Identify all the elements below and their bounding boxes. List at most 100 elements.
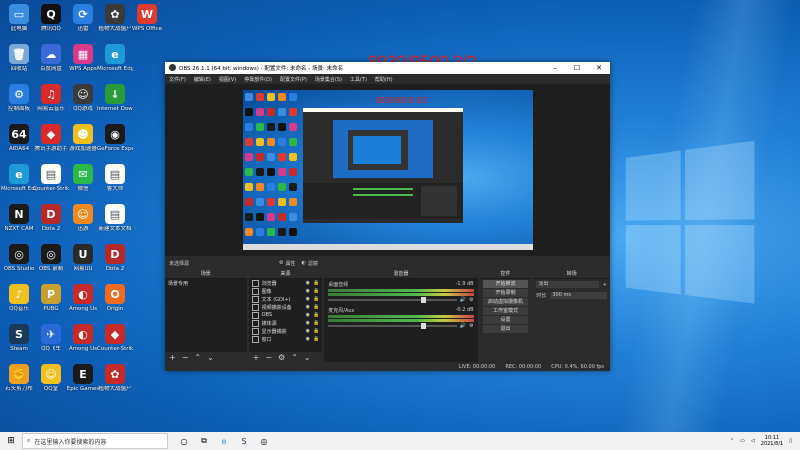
cortana-icon[interactable]: ○ bbox=[174, 437, 194, 446]
notification-icon[interactable]: ▯ bbox=[789, 438, 792, 444]
desktop-icon[interactable]: E Epic Games bbox=[65, 364, 101, 392]
desktop-icon[interactable]: ◐ Among Us bbox=[65, 284, 101, 312]
source-item[interactable]: 文本 (GDI+) ◉ 🔒 bbox=[249, 295, 323, 303]
down-icon[interactable]: ⌄ bbox=[207, 353, 214, 362]
remove-icon[interactable]: − bbox=[182, 353, 189, 362]
desktop-icon[interactable]: ☺ QQ堂 bbox=[33, 364, 69, 392]
source-item[interactable]: OBS ◉ 🔒 bbox=[249, 311, 323, 319]
maximize-icon[interactable]: ☐ bbox=[566, 64, 588, 72]
add-icon[interactable]: + bbox=[169, 353, 176, 362]
down-icon[interactable]: ⌄ bbox=[304, 353, 311, 362]
desktop-icon[interactable]: ▭ 此电脑 bbox=[1, 4, 37, 32]
desktop-icon[interactable]: S Steam bbox=[1, 324, 37, 352]
desktop-icon[interactable]: ✿ 植物大战僵尸 bbox=[97, 4, 133, 32]
minimize-icon[interactable]: – bbox=[544, 64, 566, 72]
control-button[interactable]: 开始录制 bbox=[482, 289, 529, 297]
gear-icon[interactable]: ⚙ bbox=[279, 260, 283, 266]
lock-icon[interactable]: 🔒 bbox=[313, 320, 319, 326]
lock-icon[interactable]: 🔒 bbox=[313, 328, 319, 334]
clock[interactable]: 10:11 2021/8/1 bbox=[761, 435, 783, 447]
source-item[interactable]: 显示器捕获 ◉ 🔒 bbox=[249, 327, 323, 335]
desktop-icon[interactable]: D Dota 2 bbox=[97, 244, 133, 272]
source-item[interactable]: 视频捕获设备 ◉ 🔒 bbox=[249, 303, 323, 311]
desktop-icon[interactable]: ✿ 植物大战僵尸 bbox=[97, 364, 133, 392]
mixer-channels[interactable]: 桌面音频 -1.9 dB 🔊 ⚙ 麦克风/Aux -0.2 dB 🔊 ⚙ bbox=[324, 279, 478, 362]
volume-icon[interactable]: ◁ bbox=[751, 438, 755, 444]
desktop-icon[interactable]: ◎ OBS 录制 bbox=[33, 244, 69, 272]
lock-icon[interactable]: 🔒 bbox=[313, 296, 319, 302]
transition-select[interactable]: 淡出 bbox=[536, 281, 599, 288]
desktop-icon[interactable]: N NZXT CAM bbox=[1, 204, 37, 232]
control-button[interactable]: 退出 bbox=[482, 325, 529, 333]
obs-taskbar-icon[interactable]: ◎ bbox=[254, 437, 274, 446]
desktop-icon[interactable]: ▦ WPS Apps bbox=[65, 44, 101, 72]
menu-item[interactable]: 停靠部件(D) bbox=[244, 76, 272, 83]
windows-start-icon[interactable]: ⊞ bbox=[0, 436, 22, 446]
menu-item[interactable]: 场景集合(S) bbox=[315, 76, 342, 83]
source-item[interactable]: 窗口 ◉ 🔒 bbox=[249, 335, 323, 343]
desktop-icon[interactable]: ☁ 百度网盘 bbox=[33, 44, 69, 72]
desktop-icon[interactable]: ◆ 腾讯手游助手 bbox=[33, 124, 69, 152]
settings-icon[interactable]: ⚙ bbox=[278, 353, 285, 362]
desktop-icon[interactable]: ☺ QQ游戏 bbox=[65, 84, 101, 112]
desktop-icon[interactable]: ✊ 石头剪刀布 bbox=[1, 364, 37, 392]
eye-icon[interactable]: ◉ bbox=[306, 312, 310, 318]
gear-icon[interactable]: ⚙ bbox=[469, 323, 473, 329]
desktop-icon[interactable]: ◐ Among Us bbox=[65, 324, 101, 352]
add-icon[interactable]: + bbox=[253, 353, 260, 362]
lock-icon[interactable]: 🔒 bbox=[313, 288, 319, 294]
lock-icon[interactable]: 🔒 bbox=[313, 280, 319, 286]
desktop-icon[interactable]: ♫ 网易云音乐 bbox=[33, 84, 69, 112]
desktop-icon[interactable]: ▤ Counter-Strike bbox=[33, 164, 69, 192]
add-icon[interactable]: + bbox=[603, 282, 607, 288]
desktop-icon[interactable]: D Dota 2 bbox=[33, 204, 69, 232]
sources-list[interactable]: 浏览器 ◉ 🔒 图像 ◉ 🔒 文本 (GDI+) ◉ 🔒 视频捕获设备 ◉ 🔒 OBS ◉ 🔒 媒体源 ◉ 🔒 显示… bbox=[248, 279, 323, 352]
close-icon[interactable]: ✕ bbox=[588, 64, 610, 72]
filter-icon[interactable]: ◐ bbox=[302, 260, 306, 266]
desktop-icon[interactable]: U 网易UU bbox=[65, 244, 101, 272]
menu-item[interactable]: 配置文件(P) bbox=[280, 76, 307, 83]
control-button[interactable]: 设置 bbox=[482, 316, 529, 324]
lock-icon[interactable]: 🔒 bbox=[313, 312, 319, 318]
speaker-icon[interactable]: 🔊 bbox=[460, 323, 466, 329]
volume-slider[interactable] bbox=[328, 297, 457, 303]
eye-icon[interactable]: ◉ bbox=[306, 320, 310, 326]
desktop-icon[interactable]: ☻ 游戏加速器 bbox=[65, 124, 101, 152]
desktop-icon[interactable]: ↓ Internet Download bbox=[97, 84, 133, 112]
eye-icon[interactable]: ◉ bbox=[306, 296, 310, 302]
desktop-icon[interactable]: P PUBG bbox=[33, 284, 69, 312]
speaker-icon[interactable]: 🔊 bbox=[460, 297, 466, 303]
obs-titlebar[interactable]: OBS 26.1.1 (64 bit, windows) - 配置文件: 未命名… bbox=[165, 62, 610, 74]
source-item[interactable]: 媒体源 ◉ 🔒 bbox=[249, 319, 323, 327]
eye-icon[interactable]: ◉ bbox=[306, 336, 310, 342]
desktop-icon[interactable]: ✉ 微信 bbox=[65, 164, 101, 192]
menu-item[interactable]: 文件(F) bbox=[169, 76, 186, 83]
menu-item[interactable]: 工具(T) bbox=[350, 76, 367, 83]
control-button[interactable]: 开始推流 bbox=[482, 280, 529, 288]
menu-item[interactable]: 编辑(E) bbox=[194, 76, 211, 83]
scenes-list[interactable]: 场景专用 bbox=[165, 279, 247, 352]
lock-icon[interactable]: 🔒 bbox=[313, 336, 319, 342]
eye-icon[interactable]: ◉ bbox=[306, 288, 310, 294]
source-item[interactable]: 图像 ◉ 🔒 bbox=[249, 287, 323, 295]
source-item[interactable]: 浏览器 ◉ 🔒 bbox=[249, 279, 323, 287]
scene-item[interactable]: 场景专用 bbox=[165, 279, 247, 287]
properties-button[interactable]: 属性 bbox=[285, 260, 295, 267]
desktop-icon[interactable]: ▤ 鲁大师 bbox=[97, 164, 133, 192]
filters-button[interactable]: 滤镜 bbox=[308, 260, 318, 267]
desktop-icon[interactable]: ⚙ 控制面板 bbox=[1, 84, 37, 112]
desktop-icon[interactable]: ☺ 迅游 bbox=[65, 204, 101, 232]
edge-icon[interactable]: e bbox=[214, 437, 234, 446]
desktop-icon[interactable]: O Origin bbox=[97, 284, 133, 312]
steam-icon[interactable]: S bbox=[234, 437, 254, 446]
control-button[interactable]: 工作室模式 bbox=[482, 307, 529, 315]
obs-window[interactable]: OBS 26.1.1 (64 bit, windows) - 配置文件: 未命名… bbox=[165, 62, 610, 371]
desktop-icon[interactable]: e Microsoft Edge bbox=[97, 44, 133, 72]
up-icon[interactable]: ⌃ bbox=[291, 353, 298, 362]
eye-icon[interactable]: ◉ bbox=[306, 280, 310, 286]
volume-slider[interactable] bbox=[328, 323, 457, 329]
desktop-icon[interactable]: ✈ QQ飞车 bbox=[33, 324, 69, 352]
desktop-icon[interactable]: e Microsoft Edge bbox=[1, 164, 37, 192]
eye-icon[interactable]: ◉ bbox=[306, 328, 310, 334]
desktop-icon[interactable]: W WPS Office bbox=[129, 4, 165, 32]
